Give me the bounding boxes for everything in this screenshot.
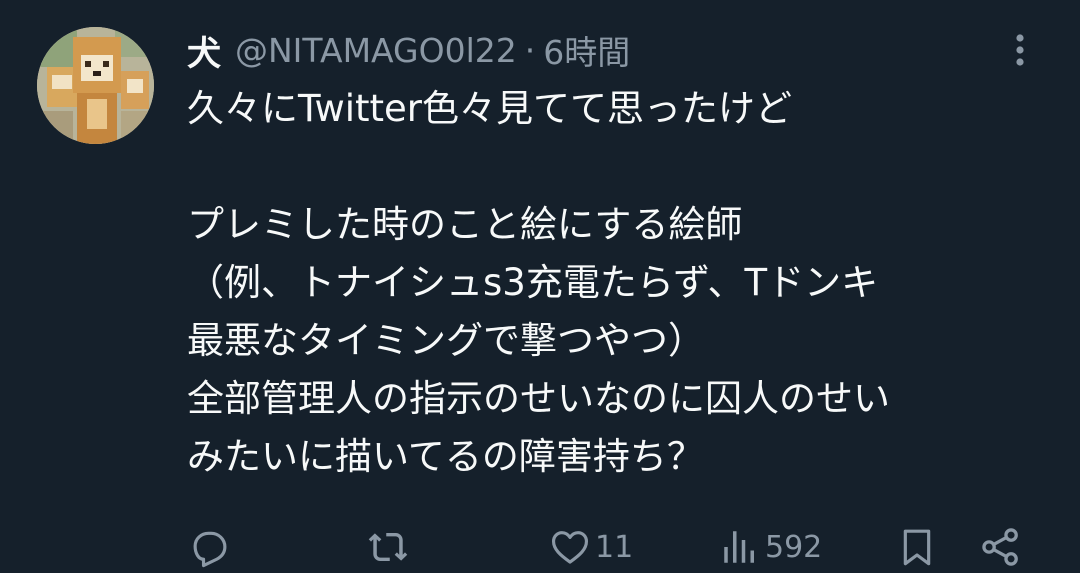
like-button[interactable]: 11 [549,522,633,572]
separator-dot: · [524,30,536,70]
bookmark-button[interactable] [897,522,937,572]
retweet-button[interactable] [366,522,410,572]
timestamp[interactable]: 6時間 [543,26,630,74]
views-icon [724,531,754,563]
views-count: 592 [765,529,823,565]
tweet-text: 久々にTwitter色々見てて思ったけど プレミした時のこと絵にする絵師 （例、… [187,87,890,478]
user-handle[interactable]: @NITAMAGO0l22 [235,31,517,70]
avatar[interactable] [37,27,154,144]
share-icon [982,528,1018,566]
avatar-image [37,27,154,144]
retweet-icon [368,533,408,561]
like-count: 11 [595,529,634,565]
heart-icon [551,531,589,564]
share-button[interactable] [979,522,1023,572]
bookmark-icon [903,529,931,566]
more-options-icon[interactable] [1004,30,1036,70]
views-button[interactable]: 592 [719,522,822,572]
tweet[interactable]: 犬 @NITAMAGO0l22 · 6時間 久々にTwitter色々見てて思った… [0,0,1080,573]
reply-button[interactable] [189,522,231,572]
action-bar: 11 592 [0,522,1080,572]
reply-icon [193,531,227,568]
display-name[interactable]: 犬 [187,26,221,75]
tweet-header: 犬 @NITAMAGO0l22 · 6時間 [187,24,630,76]
